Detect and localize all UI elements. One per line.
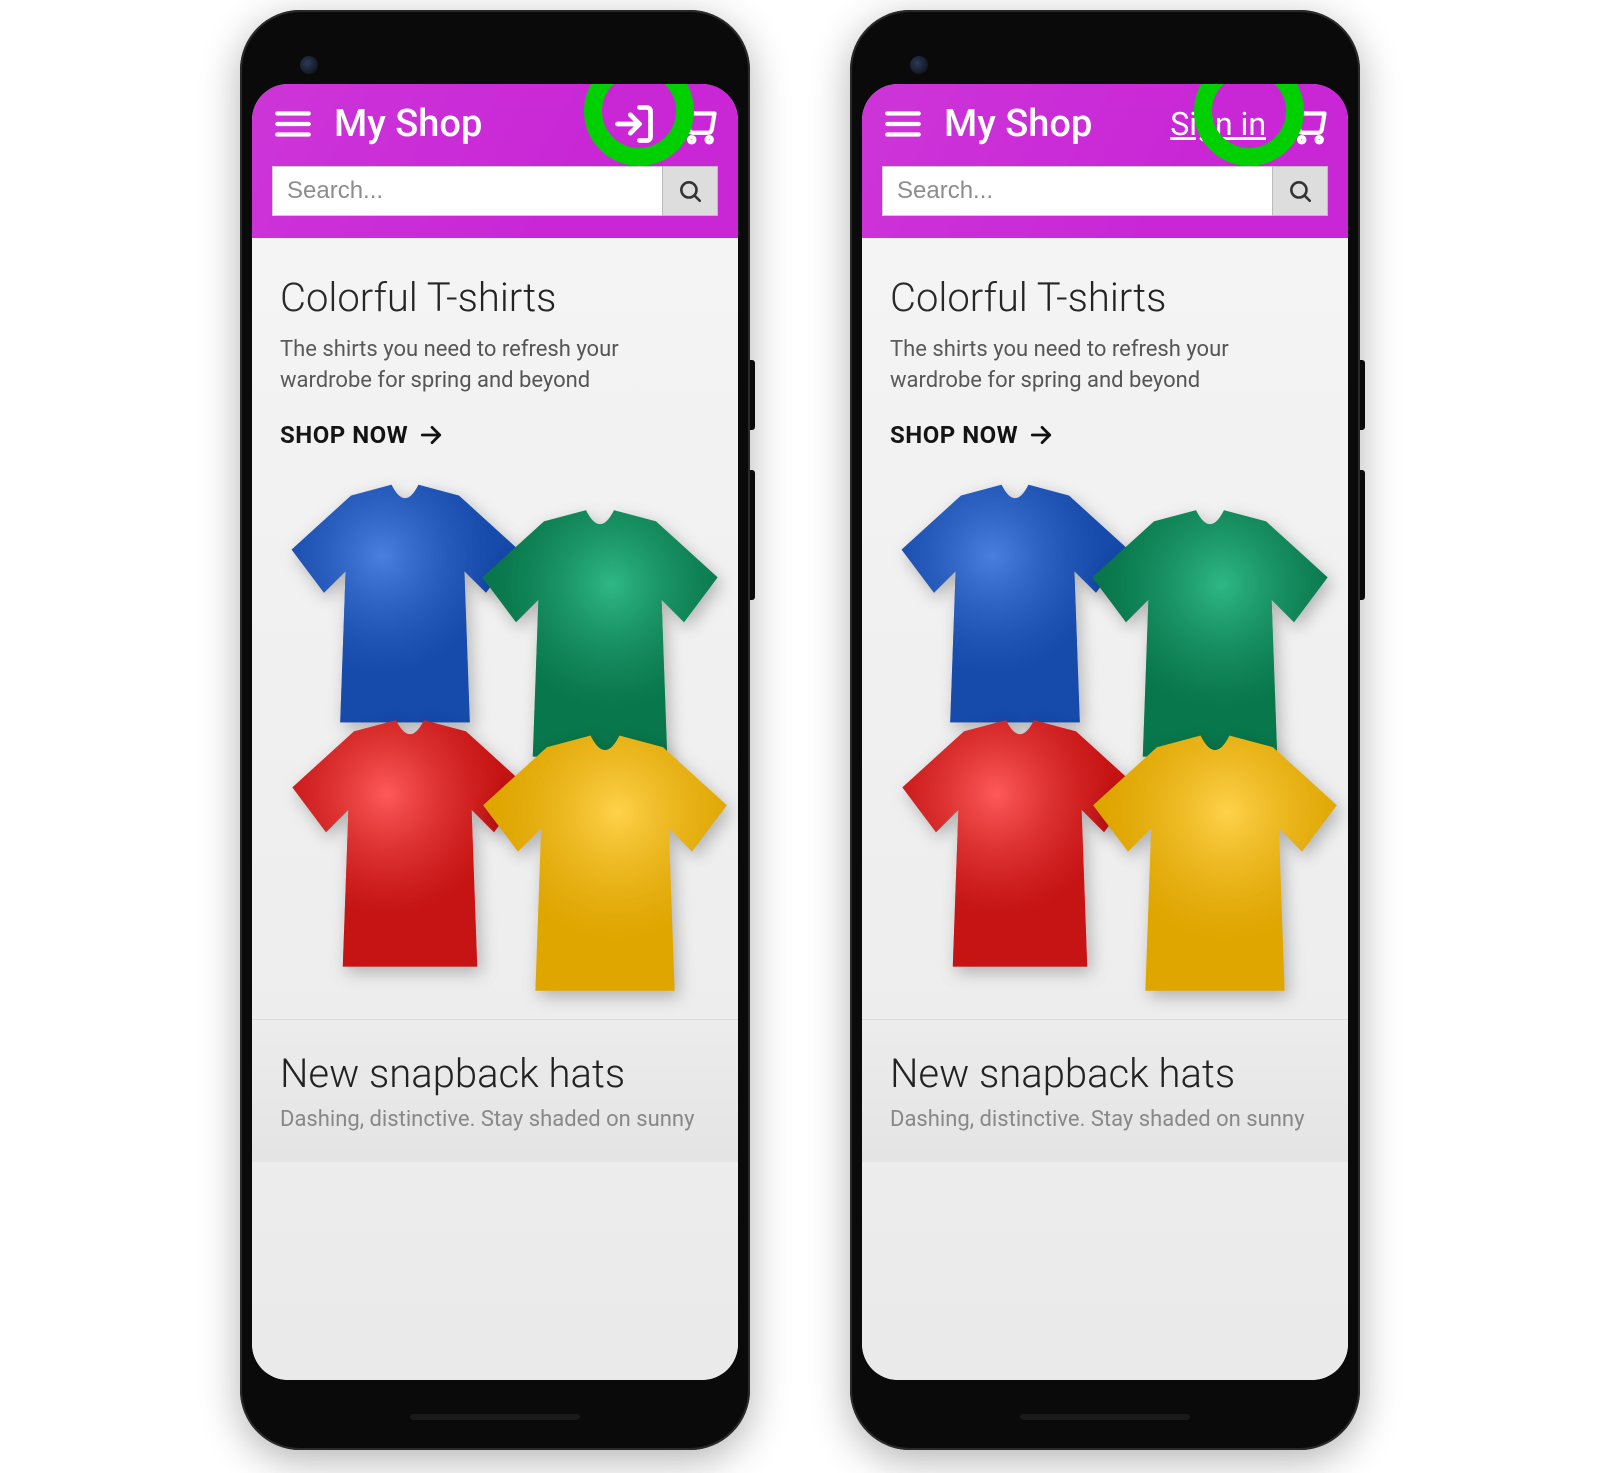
secondary-title: New snapback hats	[890, 1050, 1320, 1097]
app-header: My Shop Sign in	[862, 84, 1348, 238]
secondary-subtitle: Dashing, distinctive. Stay shaded on sun…	[280, 1107, 710, 1132]
secondary-section: New snapback hats Dashing, distinctive. …	[252, 1019, 738, 1162]
shop-now-button[interactable]: SHOP NOW	[280, 421, 444, 449]
phone-screen-right: My Shop Sign in	[862, 84, 1348, 1380]
menu-icon[interactable]	[882, 103, 924, 145]
hero-section: Colorful T-shirts The shirts you need to…	[252, 238, 738, 1019]
product-image-tshirts	[280, 459, 710, 999]
app-header: My Shop	[252, 84, 738, 238]
hero-section: Colorful T-shirts The shirts you need to…	[862, 238, 1348, 1019]
phone-side-button	[1360, 360, 1365, 430]
main-content: Colorful T-shirts The shirts you need to…	[252, 238, 738, 1380]
search-input[interactable]	[882, 166, 1272, 216]
secondary-section: New snapback hats Dashing, distinctive. …	[862, 1019, 1348, 1162]
cart-icon[interactable]	[1286, 103, 1328, 145]
phone-side-button	[750, 470, 755, 600]
phone-camera	[910, 56, 928, 74]
sign-in-link[interactable]: Sign in	[1170, 105, 1266, 143]
phone-frame-left: My Shop	[240, 10, 750, 1450]
main-content: Colorful T-shirts The shirts you need to…	[862, 238, 1348, 1380]
login-icon[interactable]	[612, 102, 656, 146]
product-image-tshirts	[890, 459, 1320, 999]
arrow-right-icon	[418, 422, 444, 448]
shop-now-label: SHOP NOW	[280, 421, 408, 449]
app-title: My Shop	[944, 102, 1150, 146]
hero-subtitle: The shirts you need to refresh your ward…	[890, 335, 1320, 397]
phone-screen-left: My Shop	[252, 84, 738, 1380]
cart-icon[interactable]	[676, 103, 718, 145]
arrow-right-icon	[1028, 422, 1054, 448]
search-button[interactable]	[662, 166, 718, 216]
phone-frame-right: My Shop Sign in	[850, 10, 1360, 1450]
secondary-subtitle: Dashing, distinctive. Stay shaded on sun…	[890, 1107, 1320, 1132]
menu-icon[interactable]	[272, 103, 314, 145]
phone-speaker	[1020, 1414, 1190, 1420]
phone-camera	[300, 56, 318, 74]
secondary-title: New snapback hats	[280, 1050, 710, 1097]
hero-title: Colorful T-shirts	[280, 274, 710, 321]
app-title: My Shop	[334, 102, 592, 146]
search-button[interactable]	[1272, 166, 1328, 216]
search-input[interactable]	[272, 166, 662, 216]
phone-side-button	[1360, 470, 1365, 600]
shop-now-button[interactable]: SHOP NOW	[890, 421, 1054, 449]
hero-subtitle: The shirts you need to refresh your ward…	[280, 335, 710, 397]
phone-side-button	[750, 360, 755, 430]
hero-title: Colorful T-shirts	[890, 274, 1320, 321]
phone-speaker	[410, 1414, 580, 1420]
shop-now-label: SHOP NOW	[890, 421, 1018, 449]
